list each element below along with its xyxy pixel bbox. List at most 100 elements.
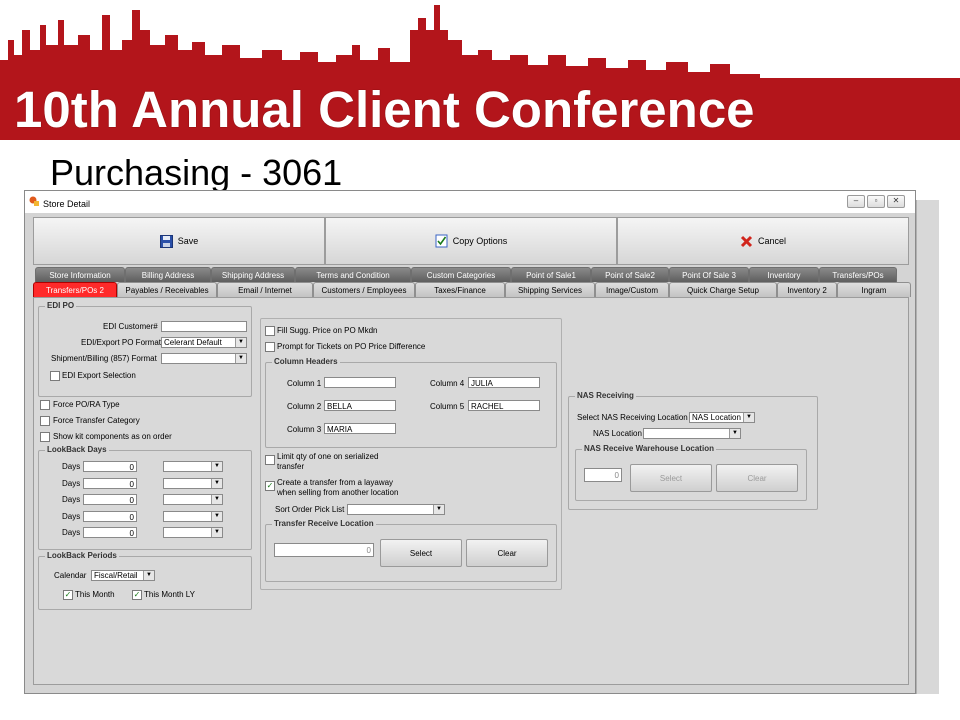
chevron-down-icon: ▼ (211, 528, 222, 537)
force-transfer-category-label: Force Transfer Category (53, 416, 140, 425)
fill-sugg-price-checkbox[interactable] (265, 326, 275, 336)
tab-point-of-sale-3[interactable]: Point Of Sale 3 (669, 267, 749, 282)
days-label: Days (62, 495, 81, 504)
tab-transfers-pos-2[interactable]: Transfers/POs 2 (33, 282, 117, 297)
copy-options-label: Copy Options (452, 236, 508, 246)
column-5-label: Column 5 (430, 402, 465, 411)
nas-select-button[interactable]: Select (630, 464, 712, 492)
nas-location-select[interactable]: ▼ (643, 428, 741, 439)
calendar-value: Fiscal/Retail (94, 571, 138, 580)
transfer-receive-location-input[interactable]: 0 (274, 543, 374, 557)
close-button[interactable]: ✕ (887, 195, 905, 208)
days-input[interactable]: 0 (83, 461, 137, 472)
select-nas-location-select[interactable]: NAS Location ▼ (689, 412, 755, 423)
transfer-receive-location-title: Transfer Receive Location (272, 519, 376, 528)
shipment-format-select[interactable]: ▼ (161, 353, 247, 364)
tab-shipping-address[interactable]: Shipping Address (211, 267, 295, 282)
days-input[interactable]: 0 (83, 511, 137, 522)
tab-content-panel: EDI PO EDI Customer# EDI/Export PO Forma… (33, 297, 909, 685)
this-month-ly-checkbox[interactable]: ✓ (132, 590, 142, 600)
cancel-x-icon (740, 235, 753, 247)
chevron-down-icon: ▼ (235, 338, 246, 347)
prompt-tickets-checkbox[interactable] (265, 342, 275, 352)
save-label: Save (177, 236, 199, 246)
nas-warehouse-input[interactable]: 0 (584, 468, 622, 482)
force-po-ra-type-checkbox[interactable] (40, 400, 50, 410)
tab-ingram[interactable]: Ingram (837, 282, 911, 297)
tab-point-of-sale2[interactable]: Point of Sale2 (591, 267, 669, 282)
create-transfer-checkbox[interactable]: ✓ (265, 481, 275, 491)
show-kit-components-checkbox[interactable] (40, 432, 50, 442)
days-label: Days (62, 462, 81, 471)
chevron-down-icon: ▼ (729, 429, 740, 438)
column-1-label: Column 1 (287, 379, 322, 388)
cancel-button[interactable]: Cancel (617, 217, 909, 265)
tab-billing-address[interactable]: Billing Address (125, 267, 211, 282)
tab-email-internet[interactable]: Email / Internet (217, 282, 313, 297)
transfer-receive-select-button[interactable]: Select (380, 539, 462, 567)
days-select[interactable]: ▼ (163, 511, 223, 522)
export-format-label: EDI/Export PO Format (81, 338, 162, 347)
chevron-down-icon: ▼ (211, 462, 222, 471)
tab-terms-and-condition[interactable]: Terms and Condition (295, 267, 411, 282)
tab-inventory-2[interactable]: Inventory 2 (777, 282, 837, 297)
tab-payables-receivables[interactable]: Payables / Receivables (117, 282, 217, 297)
tab-inventory[interactable]: Inventory (749, 267, 819, 282)
edi-export-selection-checkbox[interactable] (50, 371, 60, 381)
edi-po-group: EDI PO EDI Customer# EDI/Export PO Forma… (38, 301, 252, 397)
column-4-input[interactable]: JULIA (468, 377, 540, 388)
days-input[interactable]: 0 (83, 478, 137, 489)
column-5-input[interactable]: RACHEL (468, 400, 540, 411)
limit-qty-label-line1: Limit qty of one on serialized (277, 452, 379, 461)
copy-options-button[interactable]: Copy Options (325, 217, 617, 265)
days-input[interactable]: 0 (83, 527, 137, 538)
tab-customers-employees[interactable]: Customers / Employees (313, 282, 415, 297)
export-format-select[interactable]: Celerant Default ▼ (161, 337, 247, 348)
column-4-label: Column 4 (430, 379, 465, 388)
save-button[interactable]: Save (33, 217, 325, 265)
tab-image-custom[interactable]: Image/Custom (595, 282, 669, 297)
column-3-label: Column 3 (287, 425, 322, 434)
conference-banner: 10th Annual Client Conference (0, 0, 960, 140)
tab-store-information[interactable]: Store Information (35, 267, 125, 282)
column-2-input[interactable]: BELLA (324, 400, 396, 411)
column-3-input[interactable]: MARIA (324, 423, 396, 434)
tab-custom-categories[interactable]: Custom Categories (411, 267, 511, 282)
fill-sugg-price-label: Fill Sugg. Price on PO Mkdn (277, 326, 378, 335)
minimize-button[interactable]: ‒ (847, 195, 865, 208)
tab-taxes-finance[interactable]: Taxes/Finance (415, 282, 505, 297)
calendar-select[interactable]: Fiscal/Retail ▼ (91, 570, 155, 581)
tab-point-of-sale1[interactable]: Point of Sale1 (511, 267, 591, 282)
nas-location-label: NAS Location (593, 429, 642, 438)
days-select[interactable]: ▼ (163, 527, 223, 538)
nas-clear-button[interactable]: Clear (716, 464, 798, 492)
window-shadow (916, 200, 939, 694)
tab-quick-charge-setup[interactable]: Quick Charge Setup (669, 282, 777, 297)
this-month-ly-label: This Month LY (144, 590, 195, 599)
limit-qty-label-line2: transfer (277, 462, 305, 471)
chevron-down-icon: ▼ (211, 479, 222, 488)
transfer-receive-clear-button[interactable]: Clear (466, 539, 548, 567)
column-headers-title: Column Headers (272, 357, 340, 366)
lookback-periods-group: LookBack Periods Calendar Fiscal/Retail ▼… (38, 551, 252, 610)
days-select[interactable]: ▼ (163, 478, 223, 489)
tab-transfers-pos[interactable]: Transfers/POs (819, 267, 897, 282)
maximize-button[interactable]: ▫ (867, 195, 885, 208)
middle-options-panel: Fill Sugg. Price on PO Mkdn Prompt for T… (260, 318, 562, 590)
sort-order-select[interactable]: ▼ (347, 504, 445, 515)
lookback-periods-title: LookBack Periods (45, 551, 119, 560)
this-month-checkbox[interactable]: ✓ (63, 590, 73, 600)
column-1-input[interactable] (324, 377, 396, 388)
days-select[interactable]: ▼ (163, 494, 223, 505)
transfer-receive-location-group: Transfer Receive Location 0 Select Clear (265, 519, 557, 582)
chevron-down-icon: ▼ (211, 495, 222, 504)
days-select[interactable]: ▼ (163, 461, 223, 472)
force-transfer-category-checkbox[interactable] (40, 416, 50, 426)
clipboard-check-icon (435, 234, 448, 248)
days-input[interactable]: 0 (83, 494, 137, 505)
slide-title: Purchasing - 3061 (50, 152, 343, 193)
tab-shipping-services[interactable]: Shipping Services (505, 282, 595, 297)
export-format-value: Celerant Default (164, 338, 222, 347)
edi-customer-input[interactable] (161, 321, 247, 332)
limit-qty-checkbox[interactable] (265, 455, 275, 465)
